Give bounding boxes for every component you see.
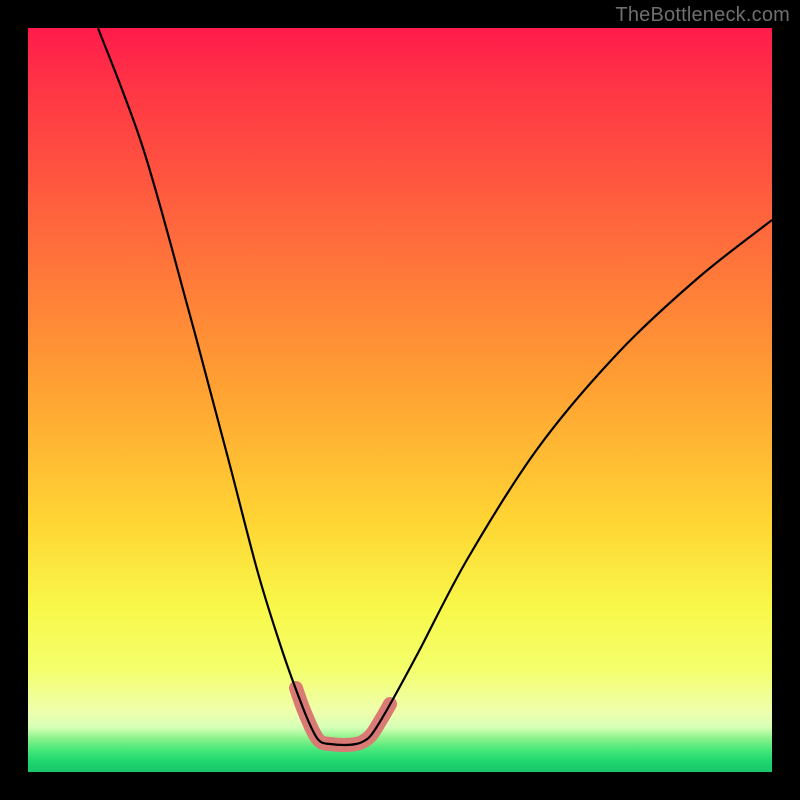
chart-frame: TheBottleneck.com [0, 0, 800, 800]
bottleneck-curve-line [98, 28, 772, 745]
watermark-text: TheBottleneck.com [615, 4, 790, 27]
chart-svg [28, 28, 772, 772]
plot-area [28, 28, 772, 772]
optimum-marker [296, 688, 390, 745]
